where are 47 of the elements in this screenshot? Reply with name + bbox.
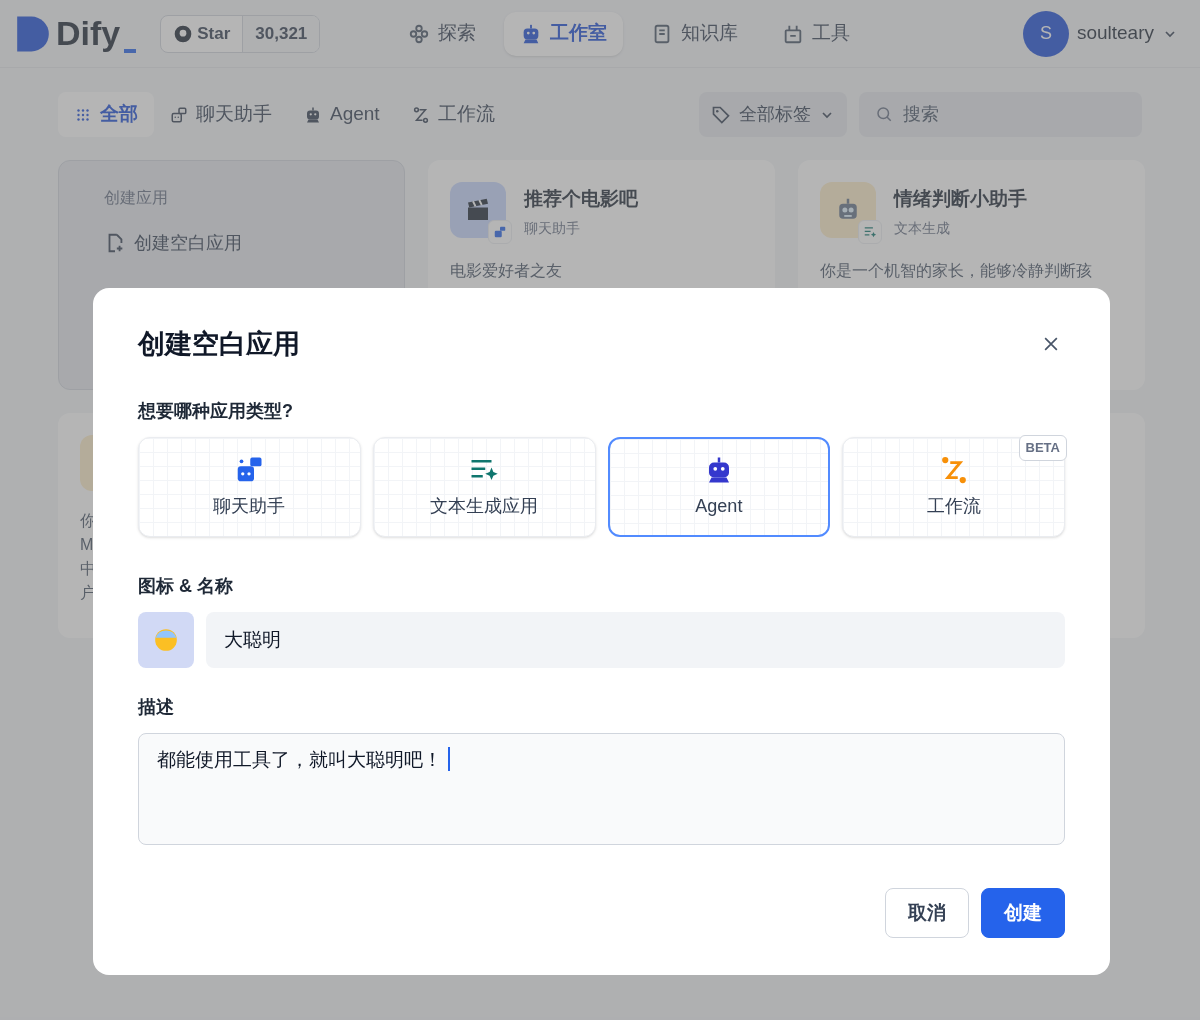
logo-text: Dify xyxy=(56,13,121,54)
app-type-option[interactable]: 聊天助手 xyxy=(138,437,361,537)
logo-icon xyxy=(14,14,52,53)
app-type: 文本生成 xyxy=(894,218,951,238)
search-icon xyxy=(875,105,893,123)
app-name: 推荐个电影吧 xyxy=(524,187,638,211)
description-textarea[interactable]: 都能使用工具了，就叫大聪明吧！ xyxy=(138,733,1065,845)
dialog-title: 创建空白应用 xyxy=(138,327,300,361)
tag-filter-dropdown[interactable]: 全部标签 xyxy=(699,92,847,137)
chat-bot-icon xyxy=(170,105,188,124)
filter-tab[interactable]: 工作流 xyxy=(395,92,511,137)
grid-dots-icon xyxy=(408,22,431,45)
text-generate-icon xyxy=(863,225,877,239)
section-label: 想要哪种应用类型? xyxy=(138,400,294,423)
create-option-link[interactable]: 创建空白应用 xyxy=(104,222,359,264)
github-star-button[interactable]: Star 30,321 xyxy=(160,14,321,53)
cancel-button[interactable]: 取消 xyxy=(885,888,969,938)
name-input-field[interactable]: 大聪明 xyxy=(206,612,1065,668)
beta-badge: BETA xyxy=(1018,435,1067,461)
search-field[interactable]: 搜索 xyxy=(859,92,1142,137)
card-heading: 创建应用 xyxy=(104,188,169,208)
nav-tab[interactable]: 探索 xyxy=(392,11,493,56)
section-label: 描述 xyxy=(138,696,175,719)
section-label: 图标 & 名称 xyxy=(138,575,234,598)
app-type-option[interactable]: 文本生成应用 xyxy=(372,437,596,537)
app-type-option[interactable]: Agent xyxy=(607,437,831,537)
app-description: M xyxy=(80,535,95,555)
tag-icon xyxy=(711,104,731,125)
app-type: 聊天助手 xyxy=(524,218,581,238)
robot-icon xyxy=(304,105,322,124)
chat-bot-icon xyxy=(493,225,507,239)
nav-tab[interactable]: 工具 xyxy=(766,11,867,56)
app-description: 电影爱好者之友 xyxy=(450,260,563,281)
app-description: 你是一个机智的家长，能够冷静判断孩 xyxy=(820,260,1093,281)
filter-tab[interactable]: 聊天助手 xyxy=(154,92,288,137)
user-menu[interactable]: S soulteary xyxy=(1022,10,1178,57)
nav-tab[interactable]: 知识库 xyxy=(635,11,755,56)
github-icon xyxy=(173,23,194,44)
nav-tab[interactable]: 工作室 xyxy=(504,11,624,56)
avatar: S xyxy=(1022,10,1069,57)
filter-tab[interactable]: Agent xyxy=(288,92,396,137)
filter-tab[interactable]: 全部 xyxy=(58,92,154,137)
app-name: 情绪判断小助手 xyxy=(894,187,1027,211)
app-type-option[interactable]: 工作流 BETA xyxy=(842,437,1065,537)
emoji-icon xyxy=(153,627,179,653)
create-button[interactable]: 创建 xyxy=(981,888,1065,938)
flow-icon xyxy=(411,105,430,124)
